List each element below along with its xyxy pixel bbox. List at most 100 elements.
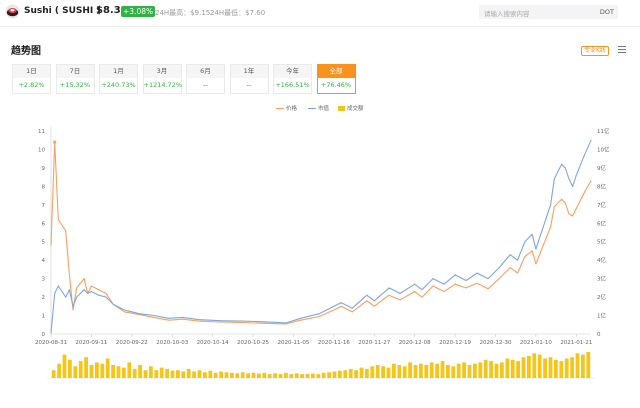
series-line-1 (50, 139, 592, 334)
y-tick-right: 9亿 (597, 164, 606, 172)
y-tick-right: 5亿 (597, 238, 606, 246)
volume-bar (154, 370, 159, 378)
volume-bar (105, 358, 110, 378)
volume-bar (419, 363, 423, 378)
series-point (524, 241, 526, 243)
series-point (535, 263, 537, 265)
volume-bar (62, 354, 67, 378)
x-tick-label: 2021-01-10 (520, 340, 552, 346)
y-tick-left: 1 (42, 314, 46, 320)
volume-bar (192, 371, 196, 378)
series-point (388, 294, 390, 296)
volume-bar (68, 359, 72, 378)
series-point (575, 174, 577, 176)
volume-bar (267, 374, 272, 378)
volume-bar (489, 361, 493, 378)
series-point (421, 296, 423, 298)
series-point (87, 292, 89, 294)
series-point (564, 167, 566, 169)
volume-bar (537, 354, 542, 378)
series-point (487, 288, 489, 290)
series-point (318, 315, 320, 318)
volume-bar (500, 362, 504, 378)
series-point (476, 272, 478, 274)
y-tick-right: 7亿 (597, 201, 606, 209)
series-point (168, 319, 170, 321)
series-point (300, 317, 302, 319)
volume-bar (402, 366, 407, 378)
x-tick-label: 2020-09-11 (75, 340, 107, 346)
volume-bar (354, 370, 358, 378)
series-point (535, 248, 537, 250)
series-point (72, 305, 74, 307)
series-point (219, 321, 221, 323)
series-point (263, 322, 265, 324)
volume-bar (440, 361, 445, 378)
series-point (590, 139, 592, 141)
series-point (366, 300, 368, 302)
volume-bar (343, 370, 348, 378)
x-tick-label: 2020-11-05 (277, 340, 309, 346)
series-point (476, 282, 478, 284)
volume-bar (235, 373, 240, 378)
volume-bar (505, 358, 510, 378)
volume-bar (456, 363, 461, 378)
volume-bar (559, 361, 564, 378)
x-tick-label: 2020-10-03 (156, 340, 188, 346)
series-point (50, 244, 52, 246)
series-point (561, 163, 563, 165)
series-point (568, 178, 570, 180)
series-point (454, 274, 456, 276)
series-point (138, 313, 140, 315)
volume-bar (240, 372, 245, 378)
series-point (105, 292, 107, 294)
volume-bar (257, 373, 261, 378)
volume-bar (392, 363, 396, 378)
volume-bar (397, 365, 402, 378)
series-point (241, 322, 243, 324)
series-point (168, 317, 170, 319)
series-point (542, 226, 544, 228)
series-point (219, 320, 221, 322)
volume-bar (143, 370, 148, 378)
volume-bar (262, 372, 267, 378)
volume-bar (527, 355, 531, 378)
volume-bar (386, 367, 391, 378)
volume-bar (543, 358, 547, 378)
x-tick-label: 2020-10-14 (197, 340, 229, 346)
y-tick-left: 3 (42, 277, 46, 283)
series-point (318, 313, 320, 315)
series-point (72, 309, 74, 311)
series-point (153, 316, 155, 318)
volume-bar (122, 367, 126, 378)
volume-bar (521, 357, 526, 378)
volume-bar (413, 365, 418, 378)
series-point (509, 254, 511, 256)
series-point (83, 289, 85, 291)
series-point (57, 219, 59, 221)
y-tick-right: 1亿 (597, 312, 606, 320)
series-point (553, 206, 555, 208)
volume-bar (127, 362, 132, 378)
series-point (263, 321, 265, 323)
volume-bar (251, 372, 256, 378)
volume-bar (575, 353, 580, 378)
volume-bar (95, 362, 99, 378)
y-tick-left: 6 (42, 221, 46, 227)
series-point (524, 255, 526, 258)
series-point (443, 291, 445, 293)
series-point (300, 319, 302, 321)
volume-bar (570, 357, 574, 378)
series-point (123, 311, 126, 313)
volume-bar (165, 368, 169, 378)
series-point (76, 287, 78, 289)
series-point (373, 300, 375, 302)
y-tick-right: 8亿 (597, 182, 606, 190)
y-tick-left: 5 (42, 240, 46, 246)
volume-bar (273, 373, 277, 378)
volume-bar (294, 373, 299, 378)
series-point (333, 305, 335, 307)
series-point (546, 215, 548, 217)
volume-bar (300, 374, 304, 378)
series-point (516, 272, 519, 274)
